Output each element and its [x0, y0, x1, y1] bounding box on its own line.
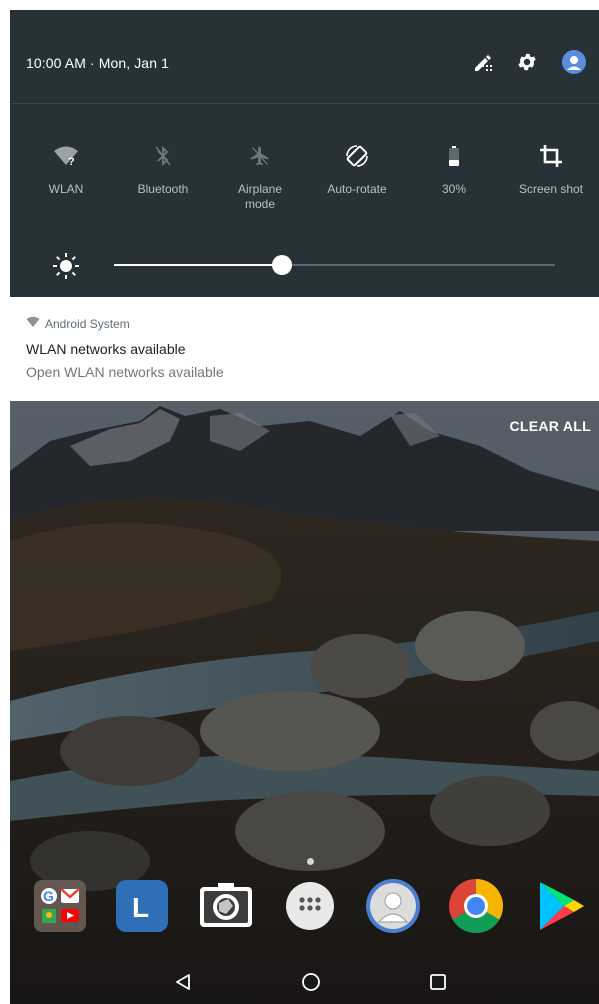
tile-battery[interactable]: 30%: [406, 140, 502, 197]
gear-icon[interactable]: [515, 50, 539, 74]
screen: 10:00 AM · Mon, Jan 1 ? WLAN Bluetooth A…: [10, 10, 599, 1004]
brightness-slider-thumb[interactable]: [271, 255, 292, 275]
notification-app-row: Android System: [26, 316, 130, 331]
l-app-icon[interactable]: L: [114, 878, 170, 934]
tile-label: Airplane mode: [237, 182, 283, 211]
svg-text:L: L: [132, 892, 149, 923]
chrome-icon[interactable]: [448, 878, 504, 934]
notification-card[interactable]: Android System WLAN networks available O…: [10, 297, 599, 401]
brightness-slider[interactable]: [114, 255, 555, 275]
account-icon[interactable]: [562, 50, 586, 74]
svg-text:?: ?: [68, 156, 75, 167]
tile-bluetooth[interactable]: Bluetooth: [115, 140, 211, 197]
crop-icon: [503, 140, 599, 172]
svg-text:G: G: [43, 888, 54, 904]
camera-icon[interactable]: [198, 878, 254, 934]
notification-title: WLAN networks available: [26, 341, 186, 357]
notification-app-name: Android System: [45, 316, 130, 331]
app-drawer-icon[interactable]: [282, 878, 338, 934]
quick-settings-header: 10:00 AM · Mon, Jan 1: [10, 10, 599, 104]
home-wallpaper: CLEAR ALL G L: [10, 401, 599, 1004]
navigation-bar: [10, 959, 599, 1004]
auto-rotate-icon: [309, 140, 405, 172]
tile-label: Screen shot: [518, 182, 584, 196]
quick-settings-panel: 10:00 AM · Mon, Jan 1 ? WLAN Bluetooth A…: [10, 10, 599, 297]
tile-label: WLAN: [48, 182, 84, 196]
brightness-icon: [51, 251, 81, 281]
tile-wlan[interactable]: ? WLAN: [18, 140, 114, 197]
clear-all-button[interactable]: CLEAR ALL: [509, 418, 591, 434]
notification-text: Open WLAN networks available: [26, 364, 224, 380]
brightness-slider-fill: [114, 264, 282, 266]
edit-icon[interactable]: [471, 50, 495, 74]
airplane-icon: [212, 140, 308, 172]
tile-screen-shot[interactable]: Screen shot: [503, 140, 599, 197]
tile-label: Bluetooth: [137, 182, 189, 196]
recents-icon[interactable]: [423, 967, 453, 997]
tile-label: 30%: [441, 182, 467, 196]
battery-icon: [406, 140, 502, 172]
google-apps-folder-icon[interactable]: G: [32, 878, 88, 934]
date-time: 10:00 AM · Mon, Jan 1: [26, 55, 169, 71]
page-indicator-dot: [307, 858, 314, 865]
back-icon[interactable]: [168, 967, 198, 997]
wifi-icon: [26, 316, 40, 331]
home-icon[interactable]: [296, 967, 326, 997]
play-store-icon[interactable]: [532, 878, 588, 934]
bluetooth-off-icon: [115, 140, 211, 172]
tile-airplane-mode[interactable]: Airplane mode: [212, 140, 308, 212]
tile-label: Auto-rotate: [327, 182, 387, 196]
tile-auto-rotate[interactable]: Auto-rotate: [309, 140, 405, 197]
contacts-icon[interactable]: [365, 878, 421, 934]
wifi-question-icon: ?: [18, 140, 114, 172]
